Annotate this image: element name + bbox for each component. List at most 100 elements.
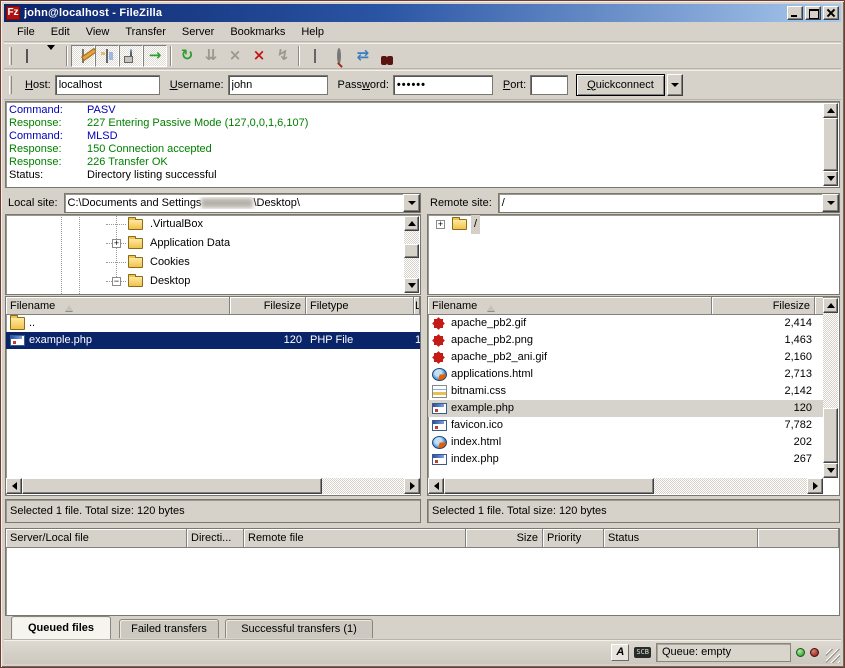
quickconnect-dropdown-button[interactable] <box>667 74 683 96</box>
menu-item[interactable]: View <box>79 24 117 40</box>
column-header-status[interactable]: Status <box>604 529 758 548</box>
bitnami.css[interactable]: bitnami.css2,142 <box>428 383 824 400</box>
applications.html[interactable]: applications.html2,713 <box>428 366 824 383</box>
local-list-hscrollbar[interactable] <box>6 478 420 494</box>
tree-scroll-thumb[interactable] <box>404 244 419 258</box>
local-tree-scrollbar[interactable] <box>404 216 419 293</box>
tab-queued-files[interactable]: Queued files <box>11 616 111 639</box>
open-site-manager-button[interactable] <box>15 45 39 67</box>
folder-icon <box>128 257 143 268</box>
scroll-down-icon[interactable] <box>404 278 419 293</box>
remote-list-hscrollbar[interactable] <box>428 478 823 494</box>
example.php[interactable]: example.php120 <box>428 400 824 417</box>
menu-item[interactable]: Bookmarks <box>223 24 292 40</box>
port-input[interactable] <box>530 75 568 95</box>
column-header-filetype[interactable]: Filetype <box>306 297 414 315</box>
scroll-up-icon[interactable] <box>823 103 838 118</box>
tree-item[interactable]: / <box>428 215 839 234</box>
column-header-filename[interactable]: Filename <box>428 297 712 315</box>
apache_pb2.png[interactable]: apache_pb2.png1,463 <box>428 332 824 349</box>
scroll-down-icon[interactable] <box>823 171 838 186</box>
scroll-left-icon[interactable] <box>428 478 444 494</box>
synchronized-browsing-button[interactable]: ⇄ <box>351 45 375 67</box>
tab-failed-transfers[interactable]: Failed transfers <box>119 619 219 638</box>
menu-item[interactable]: Transfer <box>118 24 173 40</box>
minimize-button[interactable] <box>787 6 803 20</box>
scroll-right-icon[interactable] <box>404 478 420 494</box>
hscroll-thumb[interactable] <box>22 478 322 494</box>
toolbar-icon <box>337 50 341 62</box>
example.php[interactable]: example.php120PHP File1 <box>6 332 420 349</box>
column-header-server-local-file[interactable]: Server/Local file <box>6 529 187 548</box>
site-manager-dropdown-button[interactable] <box>39 45 63 67</box>
menu-item[interactable]: Edit <box>44 24 77 40</box>
toolbar-grip[interactable] <box>9 47 12 65</box>
tree-expander-icon[interactable] <box>436 220 445 229</box>
apache_pb2_ani.gif[interactable]: apache_pb2_ani.gif2,160 <box>428 349 824 366</box>
maximize-button[interactable] <box>805 6 821 20</box>
scroll-up-icon[interactable] <box>823 298 838 313</box>
remote-site-combo[interactable]: / <box>498 193 840 213</box>
tree-expander-icon[interactable] <box>112 239 121 248</box>
column-header-filename[interactable]: Filename <box>6 297 230 315</box>
column-header-priority[interactable]: Priority <box>543 529 604 548</box>
tree-expander-icon[interactable] <box>112 277 121 286</box>
tree-item[interactable]: Desktop <box>6 272 420 291</box>
column-header-filesize[interactable]: Filesize <box>230 297 306 315</box>
menu-item[interactable]: File <box>10 24 42 40</box>
disconnect-button[interactable]: × <box>247 45 271 67</box>
toggle-remote-tree-button[interactable] <box>119 45 143 67</box>
close-button[interactable] <box>823 6 839 20</box>
username-input[interactable] <box>228 75 328 95</box>
scroll-left-icon[interactable] <box>6 478 22 494</box>
tab-successful-transfers[interactable]: Successful transfers (1) <box>225 619 373 638</box>
tree-item[interactable]: Cookies <box>6 253 420 272</box>
quickconnect-button[interactable]: Quickconnect <box>576 74 665 96</box>
cancel-operation-button[interactable]: × <box>223 45 247 67</box>
combo-dropdown-icon[interactable] <box>822 194 839 212</box>
column-header-size[interactable]: Size <box>466 529 543 548</box>
..[interactable]: .. <box>6 315 420 332</box>
toolbar-icon: ⇄ <box>357 48 370 63</box>
remote-path: / <box>499 197 822 209</box>
favicon.ico[interactable]: favicon.ico7,782 <box>428 417 824 434</box>
hscroll-thumb[interactable] <box>444 478 654 494</box>
reconnect-button[interactable]: ↯ <box>271 45 295 67</box>
tree-item[interactable]: .VirtualBox <box>6 215 420 234</box>
find-files-button[interactable] <box>375 45 399 67</box>
scroll-down-icon[interactable] <box>823 463 838 478</box>
index.php[interactable]: index.php267 <box>428 451 824 468</box>
transfer-type-indicator[interactable]: A <box>611 644 629 661</box>
index.html[interactable]: index.html202 <box>428 434 824 451</box>
toggle-local-tree-button[interactable] <box>95 45 119 67</box>
toggle-message-log-button[interactable] <box>71 45 95 67</box>
menu-item[interactable]: Help <box>294 24 331 40</box>
process-queue-button[interactable]: ⇊ <box>199 45 223 67</box>
refresh-button[interactable]: ↻ <box>175 45 199 67</box>
remote-list-vscrollbar[interactable] <box>823 298 838 478</box>
tree-item[interactable]: Application Data <box>6 234 420 253</box>
column-header-direction[interactable]: Directi... <box>187 529 244 548</box>
host-input[interactable] <box>55 75 160 95</box>
column-header-remote-file[interactable]: Remote file <box>244 529 466 548</box>
menu-item[interactable]: Server <box>175 24 221 40</box>
file-icon <box>432 454 447 465</box>
directory-comparison-button[interactable] <box>327 45 351 67</box>
toggle-queue-button[interactable]: → <box>143 45 167 67</box>
apache_pb2.gif[interactable]: apache_pb2.gif2,414 <box>428 315 824 332</box>
combo-dropdown-icon[interactable] <box>403 194 420 212</box>
resize-grip[interactable] <box>826 649 840 663</box>
log-scroll-thumb[interactable] <box>823 118 838 171</box>
filter-button[interactable] <box>303 45 327 67</box>
quickconnect-grip[interactable] <box>9 76 12 94</box>
column-header-filesize[interactable]: Filesize <box>712 297 815 315</box>
log-scrollbar[interactable] <box>823 103 838 186</box>
scroll-right-icon[interactable] <box>807 478 823 494</box>
column-header-lastmodified[interactable]: L <box>414 297 420 315</box>
vscroll-thumb[interactable] <box>823 408 838 463</box>
file-icon <box>432 368 447 381</box>
encryption-indicator-icon[interactable]: SCB <box>634 647 651 658</box>
password-input[interactable] <box>393 75 493 95</box>
local-site-combo[interactable]: C:\Documents and Settings\Desktop\ <box>64 193 421 213</box>
scroll-up-icon[interactable] <box>404 216 419 231</box>
